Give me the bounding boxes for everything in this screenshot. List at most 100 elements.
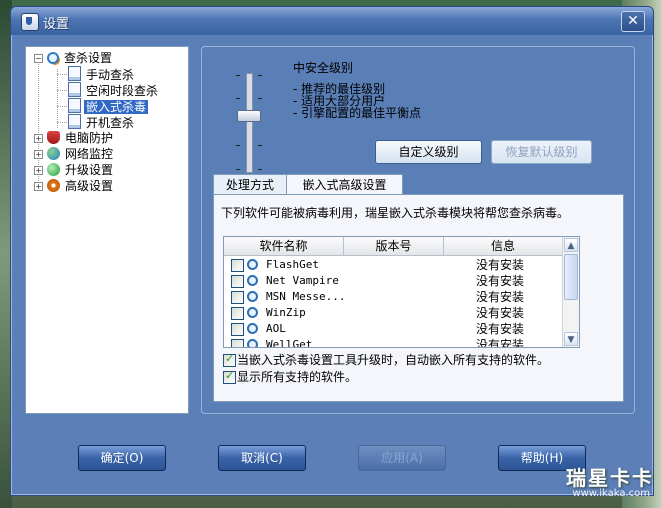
dialog-client-area: − 查杀设置 手动查杀 空闲时段查杀 嵌入式杀毒 开机查杀 + 电脑防护 + 网… [16,37,646,426]
list-header: 软件名称 版本号 信息 [224,237,563,256]
expand-icon[interactable]: + [34,182,43,191]
document-icon [68,98,81,113]
magnifier-icon [247,323,258,334]
magnifier-icon [247,275,258,286]
table-row[interactable]: Net Vampire 没有安装 [224,273,563,289]
cancel-button[interactable]: 取消(C) [218,445,306,471]
column-header-version[interactable]: 版本号 [344,237,444,255]
column-header-info[interactable]: 信息 [444,237,562,255]
table-row[interactable]: FlashGet 没有安装 [224,257,563,273]
apply-button[interactable]: 应用(A) [358,445,446,471]
row-checkbox[interactable] [231,259,244,272]
row-checkbox[interactable] [231,307,244,320]
expand-icon[interactable]: + [34,150,43,159]
expand-icon[interactable]: + [34,134,43,143]
tree-item-embedded-scan[interactable]: 嵌入式杀毒 [68,98,149,114]
security-level-title: 中安全级别 [293,61,354,75]
tree-item-boot-scan[interactable]: 开机查杀 [68,114,136,130]
software-info: 没有安装 [476,322,525,336]
upgrade-icon [47,163,60,176]
window-title: 设置 [43,17,70,32]
tree-line [57,69,58,128]
software-info: 没有安装 [476,306,525,320]
scroll-up-icon[interactable]: ▲ [564,238,578,252]
scroll-thumb[interactable] [564,254,578,300]
magnifier-icon [247,339,258,347]
globe-icon [47,147,60,160]
tree-line [57,74,67,75]
row-checkbox[interactable] [231,339,244,347]
tree-item-label: 高级设置 [65,179,114,193]
tree-item-label: 查杀设置 [64,51,113,65]
rising-shield-icon [21,13,39,31]
tab-embedded-advanced[interactable]: 嵌入式高级设置 [286,174,403,196]
show-all-checkbox[interactable] [223,369,236,384]
tree-item-manual-scan[interactable]: 手动查杀 [68,66,136,82]
gear-icon [47,179,60,192]
software-name: FlashGet [266,258,319,271]
custom-level-button[interactable]: 自定义级别 [375,140,482,164]
slider-tick [236,75,240,76]
document-icon [68,66,81,81]
settings-panel: 中安全级别 - 推荐的最佳级别 - 适用大部分用户 - 引擎配置的最佳平衡点 自… [201,46,635,414]
software-info: 没有安装 [476,338,525,348]
tree-line [57,122,67,123]
row-checkbox[interactable] [231,323,244,336]
restore-default-level-button[interactable]: 恢复默认级别 [491,140,592,164]
watermark-logo: 瑞星卡卡 [566,466,654,490]
table-row[interactable]: AOL 没有安装 [224,321,563,337]
tree-line [57,106,67,107]
tree-item-label: 升级设置 [65,163,114,177]
column-header-name[interactable]: 软件名称 [224,237,344,255]
row-checkbox[interactable] [231,275,244,288]
document-icon [68,114,81,129]
list-scrollbar[interactable]: ▲ ▼ [562,237,579,347]
magnifier-icon [247,291,258,302]
table-row[interactable]: WinZip 没有安装 [224,305,563,321]
magnifier-icon [247,259,258,270]
document-icon [68,82,81,97]
watermark-url: www.ikaka.com [572,488,650,499]
software-info: 没有安装 [476,290,525,304]
software-info: 没有安装 [476,258,525,272]
magnifier-icon [47,52,59,64]
tree-item-label: 电脑防护 [65,131,114,145]
slider-tick [236,98,240,99]
security-level-bullet: - 引擎配置的最佳平衡点 [293,106,422,120]
tree-item-idle-scan[interactable]: 空闲时段查杀 [68,82,160,98]
tree-item-label: 空闲时段查杀 [86,84,159,98]
tab-handling-method[interactable]: 处理方式 [213,174,287,195]
table-row[interactable]: WellGet 没有安装 [224,337,563,348]
slider-tick [258,145,262,146]
table-row[interactable]: MSN Messe... 没有安装 [224,289,563,305]
ok-button[interactable]: 确定(O) [78,445,166,471]
embedded-description: 下列软件可能被病毒利用，瑞星嵌入式杀毒模块将帮您查杀病毒。 [221,206,570,220]
slider-tick [258,98,262,99]
title-bar[interactable]: 设置 ✕ [11,7,653,35]
auto-embed-label: 当嵌入式杀毒设置工具升级时，自动嵌入所有支持的软件。 [237,353,550,367]
software-list[interactable]: 软件名称 版本号 信息 FlashGet 没有安装 Net Vampire 没有… [223,236,580,348]
software-name: WellGet [266,338,313,348]
software-info: 没有安装 [476,274,525,288]
embedded-advanced-page: 下列软件可能被病毒利用，瑞星嵌入式杀毒模块将帮您查杀病毒。 软件名称 版本号 信… [213,194,624,402]
collapse-icon[interactable]: − [34,54,43,63]
show-all-label: 显示所有支持的软件。 [237,370,358,384]
software-name: WinZip [266,306,306,319]
close-button[interactable]: ✕ [621,11,645,32]
slider-tick [236,169,240,170]
row-checkbox[interactable] [231,291,244,304]
software-name: MSN Messe... [266,290,346,303]
tree-item-label: 网络监控 [65,147,114,161]
shield-icon [47,131,60,144]
settings-window: 设置 ✕ − 查杀设置 手动查杀 空闲时段查杀 嵌入式杀毒 开机查杀 + 电脑防… [10,6,654,496]
expand-icon[interactable]: + [34,166,43,175]
scroll-down-icon[interactable]: ▼ [564,332,578,346]
tree-item-label: 开机查杀 [86,116,135,130]
settings-tree[interactable]: − 查杀设置 手动查杀 空闲时段查杀 嵌入式杀毒 开机查杀 + 电脑防护 + 网… [25,46,189,414]
slider-tick [258,169,262,170]
security-level-slider-track[interactable] [246,73,253,173]
slider-tick [236,145,240,146]
auto-embed-checkbox[interactable] [223,352,236,367]
tree-item-label: 手动查杀 [86,68,135,82]
security-level-slider-thumb[interactable] [237,110,261,122]
